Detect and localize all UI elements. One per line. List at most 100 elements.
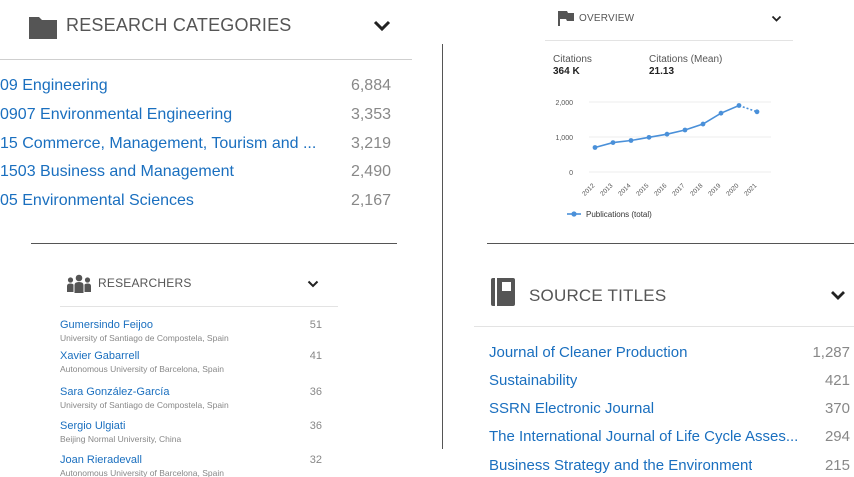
legend-label: Publications (total) [586,210,652,219]
category-row[interactable]: 0907 Environmental Engineering 3,353 [0,106,391,124]
source-label[interactable]: The International Journal of Life Cycle … [489,428,798,445]
research-categories-title: RESEARCH CATEGORIES [66,15,292,35]
stat-value: 364 K [553,66,580,77]
category-row[interactable]: 05 Environmental Sciences 2,167 [0,192,391,210]
category-count: 2,490 [350,163,391,180]
source-count: 294 [824,428,850,445]
researcher-item[interactable]: Sergio Ulgiati Beijing Normal University… [60,420,322,444]
category-label[interactable]: 09 Engineering [0,77,108,95]
overview-panel: OVERVIEW Citations 364 K Citations (Mean… [545,0,795,230]
book-icon [491,278,515,306]
people-icon [67,274,91,293]
category-label[interactable]: 0907 Environmental Engineering [0,106,232,124]
x-tick-label: 2021 [743,182,758,197]
header-divider [474,326,854,327]
data-point [628,138,634,143]
source-count: 421 [824,372,850,389]
data-point [664,131,670,137]
source-label[interactable]: SSRN Electronic Journal [489,400,654,417]
stat-label: Citations [553,54,592,65]
category-label[interactable]: 15 Commerce, Management, Tourism and ... [0,135,316,153]
source-row[interactable]: Business Strategy and the Environment 21… [489,457,850,474]
source-label[interactable]: Sustainability [489,372,577,389]
y-tick-label: 1,000 [555,135,573,142]
section-divider [31,243,397,244]
researcher-affiliation: University of Santiago de Compostela, Sp… [60,400,229,410]
category-row[interactable]: 15 Commerce, Management, Tourism and ...… [0,135,391,153]
x-tick-label: 2019 [707,182,722,197]
y-tick-label: 2,000 [555,100,573,107]
researcher-name[interactable]: Sara González-García [60,386,322,398]
publications-chart: 01,0002,0002012 2013 2014 2015 2016 2017 2018 2… [555,100,771,219]
series-line [594,104,740,149]
researcher-count: 51 [309,319,322,331]
researcher-count: 36 [309,386,322,398]
chevron-down-icon[interactable] [830,290,846,301]
source-label[interactable]: Journal of Cleaner Production [489,344,687,361]
category-count: 3,353 [350,106,391,123]
column-divider [442,44,443,449]
data-point [736,103,742,108]
stat-value: 21.13 [649,66,675,77]
data-point [682,127,688,133]
chevron-down-icon[interactable] [307,280,319,288]
stat-citations-mean: Citations (Mean) 21.13 [649,54,722,77]
researcher-name[interactable]: Joan Rieradevall [60,454,322,466]
researcher-item[interactable]: Joan Rieradevall Autonomous University o… [60,454,322,477]
category-row[interactable]: 1503 Business and Management 2,490 [0,163,391,181]
header-divider [545,40,793,41]
data-point [592,145,598,150]
researchers-title: RESEARCHERS [98,276,192,290]
researchers-panel: RESEARCHERS Gumersindo Feijoo University… [60,262,340,477]
legend-marker [571,211,577,217]
x-tick-label: 2020 [725,182,740,197]
x-tick-label: 2018 [689,182,704,197]
series-line-projected [738,104,758,113]
stat-citations: Citations 364 K [553,54,592,77]
research-categories-panel: RESEARCH CATEGORIES 09 Engineering 6,884… [0,0,412,230]
data-point [700,121,706,127]
category-count: 3,219 [350,135,391,152]
overview-title: OVERVIEW [579,13,635,24]
researcher-name[interactable]: Sergio Ulgiati [60,420,322,432]
researcher-name[interactable]: Gumersindo Feijoo [60,319,322,331]
data-point [610,140,616,145]
source-titles-title: SOURCE TITLES [529,286,667,305]
data-point [718,110,724,116]
source-count: 370 [824,400,850,417]
researcher-affiliation: University of Santiago de Compostela, Sp… [60,333,229,343]
folder-icon [29,17,57,39]
researcher-count: 36 [309,420,322,432]
category-label[interactable]: 05 Environmental Sciences [0,192,194,210]
source-row[interactable]: The International Journal of Life Cycle … [489,428,850,445]
researcher-name[interactable]: Xavier Gabarrell [60,350,322,362]
category-count: 6,884 [350,77,391,94]
researcher-item[interactable]: Gumersindo Feijoo University of Santiago… [60,319,322,343]
x-tick-label: 2016 [653,182,668,197]
data-point [646,134,652,140]
stat-label: Citations (Mean) [649,54,723,65]
x-tick-label: 2012 [581,182,596,197]
category-label[interactable]: 1503 Business and Management [0,163,234,181]
source-row[interactable]: SSRN Electronic Journal 370 [489,400,850,417]
researcher-item[interactable]: Sara González-García University of Santi… [60,386,322,410]
x-tick-label: 2015 [635,182,650,197]
source-label[interactable]: Business Strategy and the Environment [489,457,752,474]
category-count: 2,167 [350,192,391,209]
researcher-count: 32 [309,454,322,466]
chevron-down-icon[interactable] [771,15,782,22]
chevron-down-icon[interactable] [373,20,391,32]
researcher-affiliation: Beijing Normal University, China [60,434,182,444]
source-row[interactable]: Sustainability 421 [489,372,850,389]
x-tick-label: 2014 [617,182,632,197]
researcher-affiliation: Autonomous University of Barcelona, Spai… [60,364,224,374]
header-divider [60,306,338,307]
category-row[interactable]: 09 Engineering 6,884 [0,77,391,95]
researcher-item[interactable]: Xavier Gabarrell Autonomous University o… [60,350,322,374]
section-divider [487,243,854,244]
source-row[interactable]: Journal of Cleaner Production 1,287 [489,344,850,361]
data-point [754,109,760,115]
researcher-count: 41 [309,350,322,362]
x-tick-label: 2017 [671,182,686,197]
x-tick-label: 2013 [599,182,614,197]
